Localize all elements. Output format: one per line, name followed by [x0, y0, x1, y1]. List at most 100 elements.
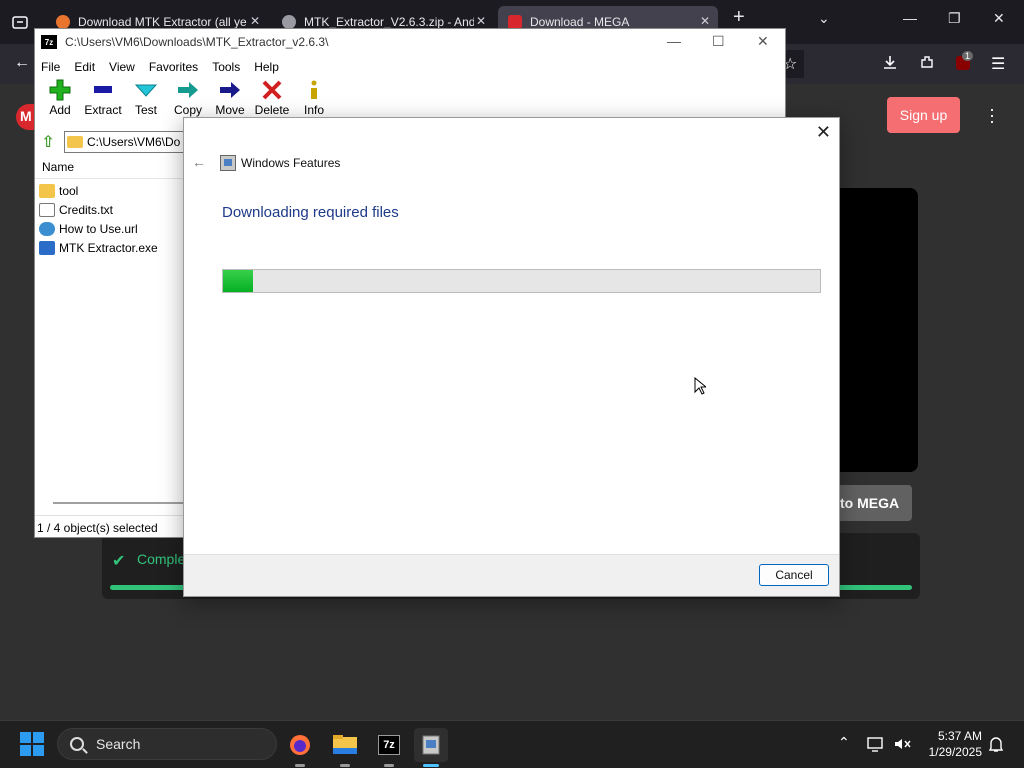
up-folder-icon[interactable]: ⇧	[38, 132, 58, 152]
tab-label: Download MTK Extractor (all ye	[78, 15, 247, 29]
menu-file[interactable]: File	[41, 60, 60, 74]
network-icon[interactable]	[867, 736, 885, 755]
download-icon[interactable]	[882, 54, 898, 75]
status-text: 1 / 4 object(s) selected	[35, 515, 185, 539]
delete-x-icon	[251, 79, 293, 103]
close-icon[interactable]: ✕	[250, 14, 260, 28]
menu-favorites[interactable]: Favorites	[149, 60, 198, 74]
list-item[interactable]: Credits.txt	[39, 200, 158, 219]
globe-icon	[282, 15, 296, 29]
firefox-icon[interactable]	[283, 728, 317, 767]
kebab-menu-icon[interactable]: · · ·	[989, 100, 995, 130]
close-icon[interactable]: ✕	[816, 122, 831, 143]
delete-label: Delete	[254, 103, 290, 117]
restore-button[interactable]: ❐	[948, 10, 961, 27]
cancel-button[interactable]: Cancel	[759, 564, 829, 586]
checkmark-icon: ✔	[112, 553, 126, 570]
copy-button[interactable]: Copy	[167, 79, 209, 117]
taskbar-clock[interactable]: 5:37 AM 1/29/2025	[920, 728, 982, 760]
site-favicon-icon	[56, 15, 70, 29]
sign-up-button[interactable]: Sign up	[887, 97, 960, 133]
file-explorer-icon[interactable]	[328, 728, 362, 767]
horizontal-scrollbar[interactable]	[53, 502, 183, 504]
dialog-title: Windows Features	[241, 156, 341, 170]
folder-icon	[67, 136, 83, 148]
info-label: Info	[303, 103, 324, 117]
path-bar: ⇧ C:\Users\VM6\Do	[35, 129, 185, 155]
executable-icon	[39, 240, 55, 255]
sevenzip-icon[interactable]: 7z	[372, 728, 406, 767]
tab-label: MTK_Extractor_V2.6.3.zip - And	[304, 15, 474, 29]
close-icon[interactable]: ✕	[700, 14, 710, 28]
download-progress-bar	[222, 269, 821, 293]
hamburger-menu-icon[interactable]: ☰	[991, 54, 1005, 74]
mega-favicon-icon	[508, 15, 522, 29]
dialog-heading: Downloading required files	[222, 204, 399, 221]
list-item[interactable]: tool	[39, 181, 158, 200]
back-arrow-icon[interactable]: ←	[14, 54, 30, 72]
chevron-up-icon[interactable]: ⌃	[838, 734, 850, 751]
maximize-button[interactable]: ☐	[712, 33, 725, 50]
check-icon	[125, 79, 167, 103]
copy-label: Copy	[173, 103, 202, 117]
back-arrow-icon[interactable]: ←	[192, 154, 206, 170]
extract-button[interactable]: Extract	[81, 79, 125, 117]
list-item[interactable]: MTK Extractor.exe	[39, 238, 158, 257]
test-button[interactable]: Test	[125, 79, 167, 117]
taskbar-search[interactable]: Search	[57, 728, 277, 760]
windows-start-icon[interactable]	[20, 732, 44, 756]
download-to-mega-button[interactable]: to MEGA	[834, 485, 912, 521]
add-label: Add	[49, 103, 71, 117]
running-indicator	[340, 764, 350, 767]
sevenzip-menubar: File Edit View Favorites Tools Help	[35, 55, 785, 79]
running-indicator	[384, 764, 394, 767]
sevenzip-glyph: 7z	[378, 735, 400, 755]
plus-icon	[39, 79, 81, 103]
extension-badge: 1	[962, 51, 974, 61]
move-arrow-icon	[209, 79, 251, 103]
windows-features-icon[interactable]	[414, 728, 448, 767]
minimize-button[interactable]: —	[903, 10, 917, 26]
file-list: tool Credits.txt How to Use.url MTK Extr…	[39, 181, 158, 257]
windows-features-dialog: ✕ ← Windows Features Downloading require…	[183, 117, 840, 597]
extensions-puzzle-icon[interactable]	[919, 54, 935, 75]
clock-date: 1/29/2025	[928, 745, 982, 759]
mouse-cursor-icon	[694, 377, 706, 395]
info-icon	[293, 79, 335, 103]
move-label: Move	[215, 103, 245, 117]
menu-tools[interactable]: Tools	[212, 60, 240, 74]
column-header-name[interactable]: Name	[35, 155, 185, 179]
delete-button[interactable]: Delete	[251, 79, 293, 117]
folder-icon	[39, 183, 55, 198]
file-name: Credits.txt	[59, 202, 114, 217]
path-field[interactable]: C:\Users\VM6\Do	[64, 131, 185, 153]
new-tab-button[interactable]: +	[733, 6, 745, 29]
menu-help[interactable]: Help	[254, 60, 279, 74]
windows-features-icon	[220, 155, 236, 171]
text-file-icon	[39, 202, 55, 217]
complete-label: Comple	[137, 551, 186, 567]
path-text: C:\Users\VM6\Do	[87, 135, 181, 149]
running-indicator	[295, 764, 305, 767]
volume-muted-icon[interactable]	[893, 736, 911, 755]
menu-view[interactable]: View	[109, 60, 135, 74]
move-button[interactable]: Move	[209, 79, 251, 117]
minimize-button[interactable]: —	[667, 33, 681, 49]
notification-bell-icon[interactable]	[988, 735, 1004, 756]
close-window-button[interactable]: ✕	[993, 10, 1005, 27]
search-icon	[70, 737, 84, 751]
menu-edit[interactable]: Edit	[74, 60, 95, 74]
file-name: tool	[59, 183, 79, 198]
tab-overflow-chevron-icon[interactable]: ⌄	[818, 10, 830, 27]
tab-list-icon[interactable]	[12, 14, 28, 35]
file-name: How to Use.url	[59, 221, 138, 236]
list-item[interactable]: How to Use.url	[39, 219, 158, 238]
info-button[interactable]: Info	[293, 79, 335, 117]
running-indicator	[423, 764, 439, 767]
close-icon[interactable]: ✕	[476, 14, 486, 28]
clock-time: 5:37 AM	[937, 729, 982, 743]
url-shortcut-icon	[39, 221, 55, 236]
close-window-button[interactable]: ✕	[757, 33, 769, 50]
sevenzip-app-icon: 7z	[41, 35, 57, 49]
add-button[interactable]: Add	[39, 79, 81, 117]
